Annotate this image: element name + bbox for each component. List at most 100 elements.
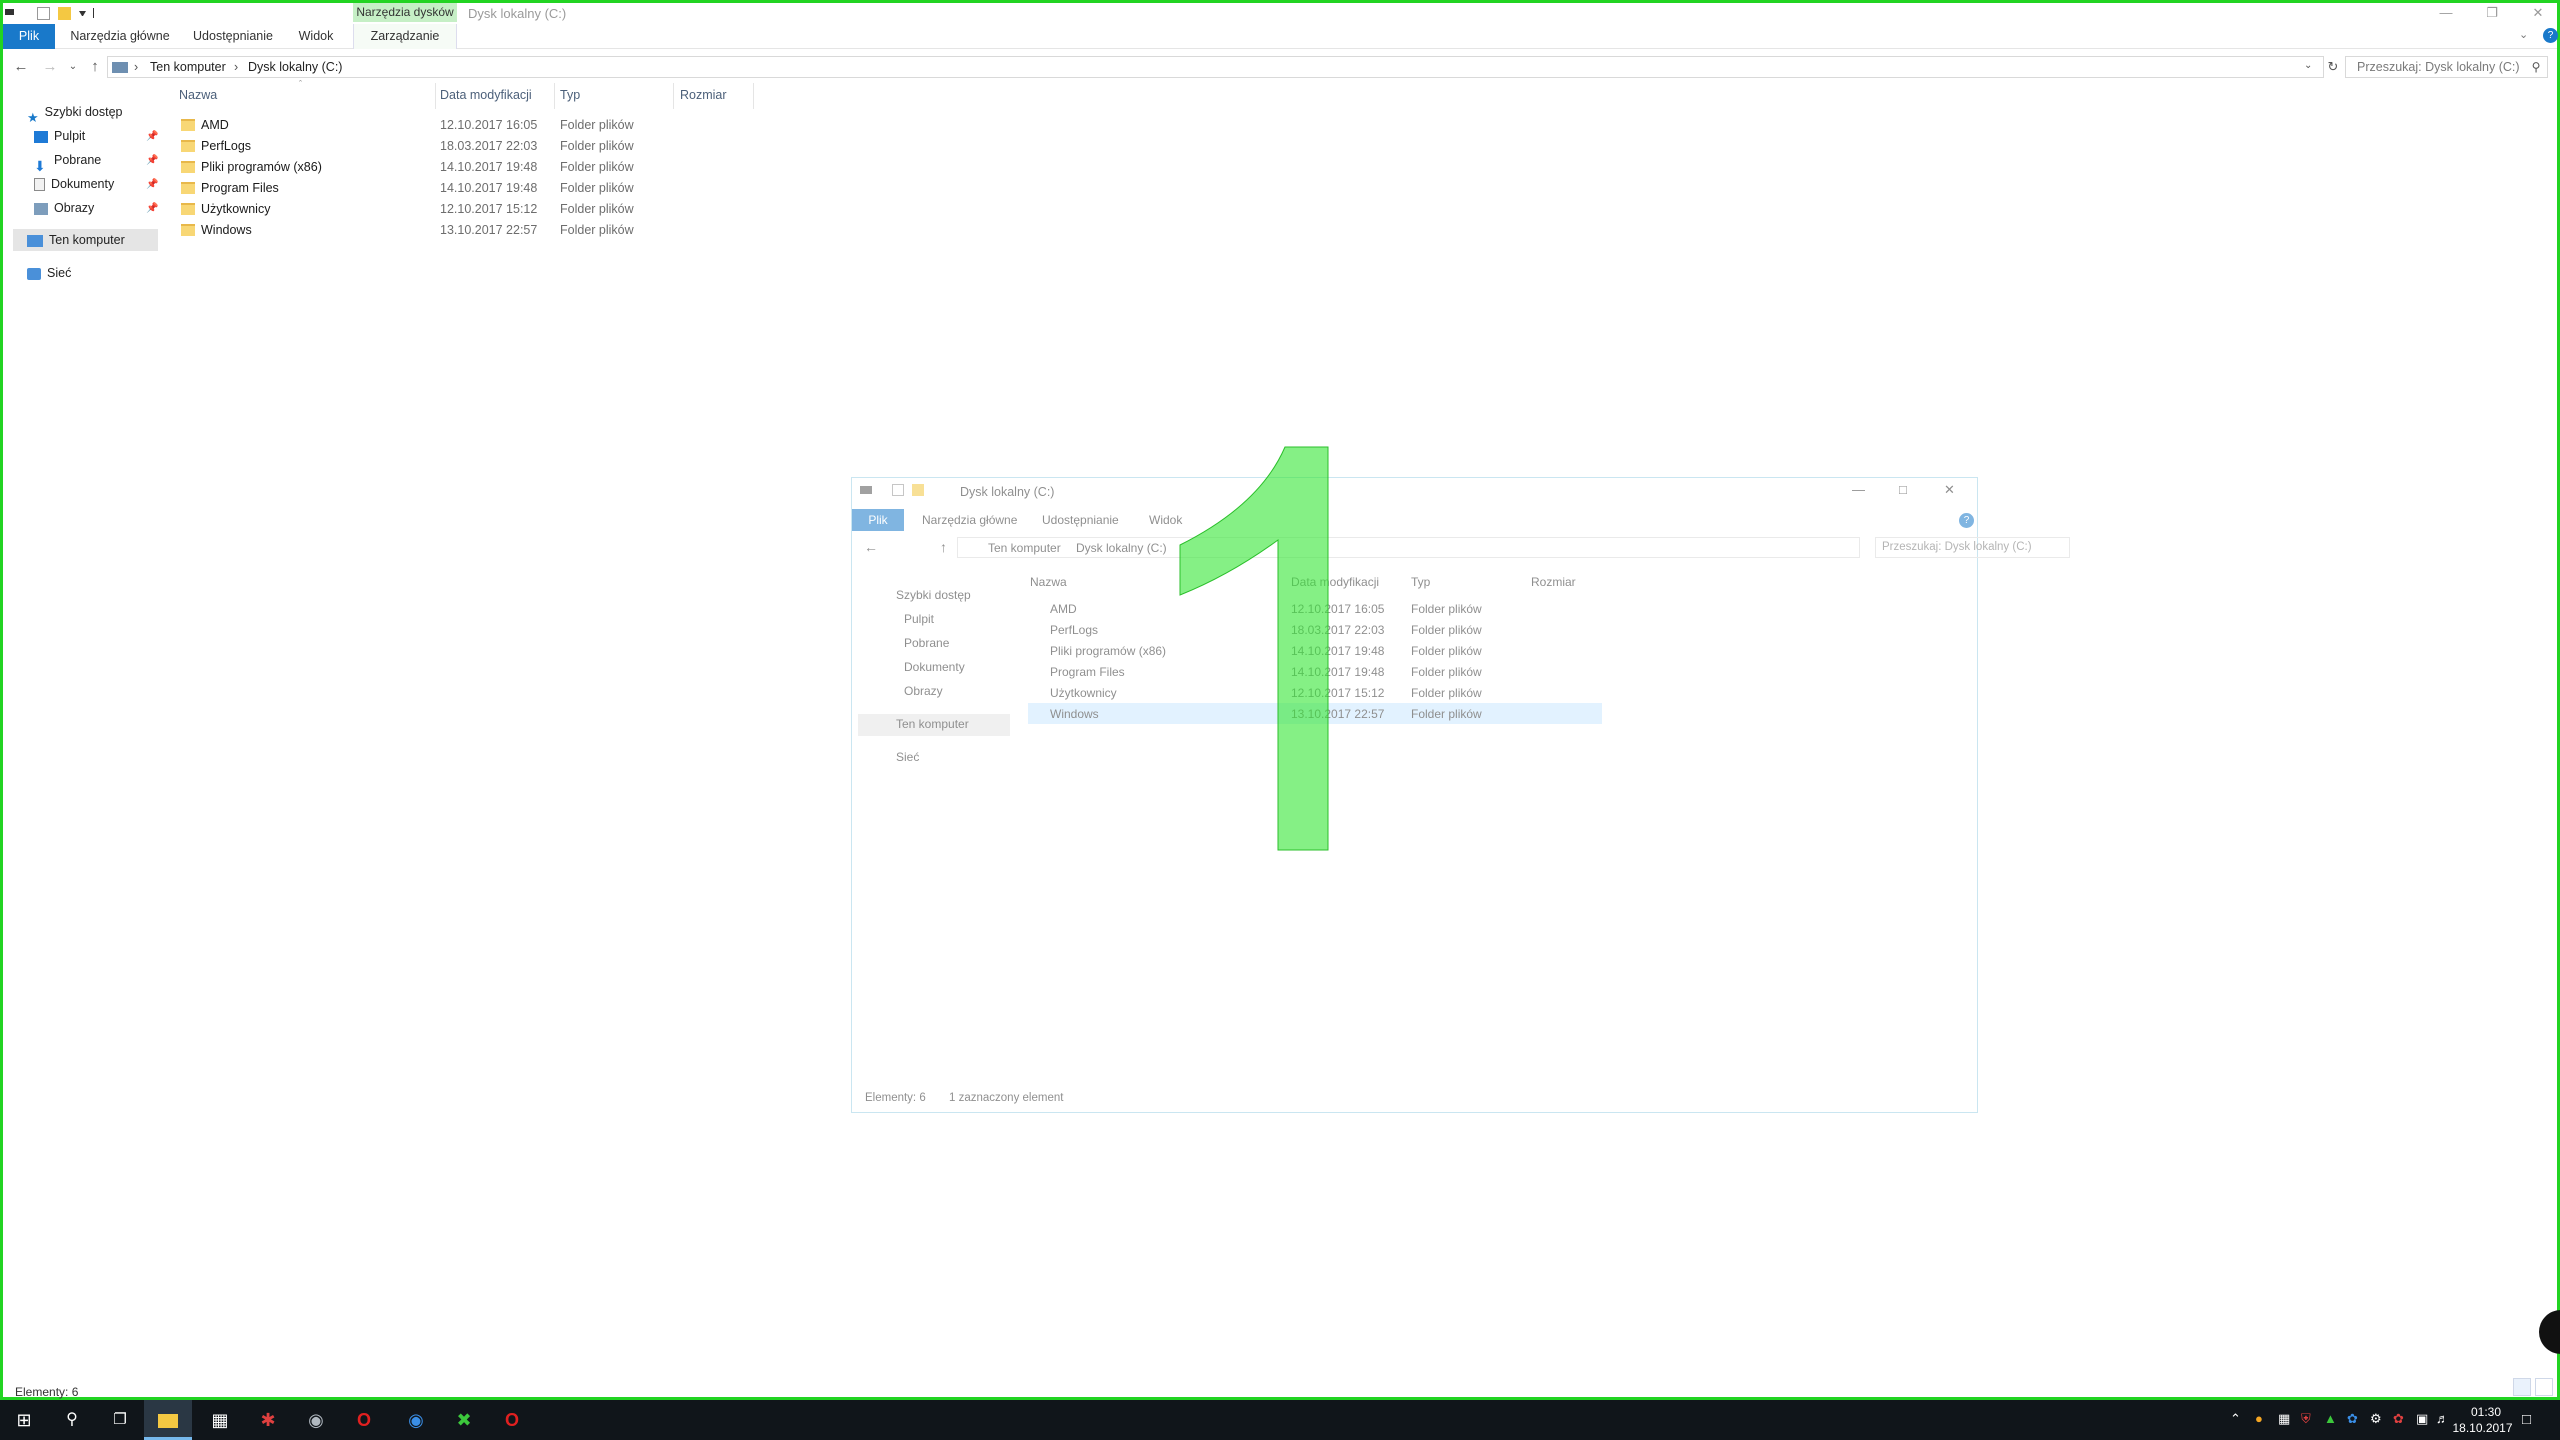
nav-quick-access[interactable]: ★ Szybki dostęp (27, 101, 122, 125)
pin-icon[interactable]: 📌 (146, 131, 158, 142)
restore-button[interactable]: ❐ (2477, 5, 2507, 21)
close-button[interactable]: ✕ (2523, 5, 2553, 21)
file-name[interactable]: AMD (1050, 602, 1077, 616)
nav-network[interactable]: Sieć (27, 262, 71, 284)
file-name[interactable]: Pliki programów (x86) (1050, 644, 1166, 658)
breadcrumb-this-pc[interactable]: Ten komputer (988, 541, 1061, 555)
breadcrumb-local-disk[interactable]: Dysk lokalny (C:) (248, 60, 342, 74)
start-icon[interactable]: ⊞ (0, 1400, 48, 1440)
customize-toolbar-icon[interactable] (79, 11, 86, 16)
column-header-date[interactable]: Data modyfikacji (440, 88, 532, 102)
file-row[interactable]: Pliki programów (x86) 14.10.2017 19:48 F… (181, 157, 761, 178)
address-dropdown-icon[interactable]: ⌄ (2304, 60, 2312, 71)
search-input[interactable]: Przeszukaj: Dysk lokalny (C:) (2345, 56, 2548, 78)
file-name[interactable]: Użytkownicy (1050, 686, 1117, 700)
file-row[interactable]: AMD 12.10.2017 16:05 Folder plików (181, 115, 761, 136)
file-row[interactable]: PerfLogs 18.03.2017 22:03 Folder plików (181, 136, 761, 157)
column-header-name[interactable]: Nazwa (1030, 575, 1067, 589)
properties-icon[interactable] (892, 484, 904, 496)
browser-icon[interactable]: ◉ (392, 1400, 440, 1440)
up-arrow-icon[interactable]: ↑ (940, 539, 947, 555)
column-header-name[interactable]: Nazwa (179, 88, 217, 102)
pin-icon[interactable]: 📌 (146, 203, 158, 214)
tray-app-icon[interactable]: ▦ (2278, 1411, 2290, 1427)
tray-app-icon[interactable]: ● (2255, 1411, 2263, 1426)
file-row[interactable]: Użytkownicy 12.10.2017 15:12 Folder plik… (181, 199, 761, 220)
column-header-size[interactable]: Rozmiar (680, 88, 727, 102)
column-separator[interactable] (554, 83, 555, 109)
properties-icon[interactable] (37, 7, 50, 20)
breadcrumb-separator-icon[interactable]: › (134, 60, 138, 74)
up-arrow-icon[interactable]: ↑ (85, 57, 105, 77)
breadcrumb-separator-icon[interactable]: › (234, 60, 238, 74)
close-button[interactable]: ✕ (1944, 482, 1955, 498)
nav-item-desktop[interactable]: Pulpit (904, 612, 934, 626)
nav-item-documents[interactable]: Dokumenty (34, 173, 114, 195)
system-menu-icon[interactable] (860, 486, 872, 494)
address-input[interactable]: › Ten komputer › Dysk lokalny (C:) ⌄ (107, 56, 2324, 78)
nav-item-pictures[interactable]: Obrazy (34, 197, 94, 219)
search-input[interactable]: Przeszukaj: Dysk lokalny (C:) (1875, 537, 2070, 558)
tab-home[interactable]: Narzędzia główne (65, 24, 175, 49)
shield-icon[interactable]: ⛨ (2301, 1411, 2311, 1427)
column-separator[interactable] (435, 83, 436, 109)
new-folder-icon[interactable] (58, 7, 71, 20)
expand-ribbon-icon[interactable]: ⌄ (2519, 28, 2528, 41)
clock-time[interactable]: 01:30 (2455, 1405, 2517, 1419)
system-menu-icon[interactable] (5, 9, 14, 15)
tab-view[interactable]: Widok (291, 24, 341, 49)
tab-share[interactable]: Udostępnianie (1042, 513, 1119, 527)
tab-file[interactable]: Plik (3, 24, 55, 49)
nav-this-pc[interactable]: Ten komputer (896, 717, 969, 731)
globe-app-icon[interactable]: ◉ (292, 1400, 340, 1440)
column-separator[interactable] (673, 83, 674, 109)
address-input[interactable]: Ten komputer Dysk lokalny (C:) (957, 537, 1860, 558)
nav-quick-access[interactable]: Szybki dostęp (896, 588, 971, 602)
tray-app-icon[interactable]: ✿ (2393, 1411, 2404, 1427)
nav-this-pc[interactable]: Ten komputer (27, 229, 125, 251)
recent-locations-icon[interactable]: ⌄ (63, 57, 83, 77)
task-view-icon[interactable]: ❐ (96, 1400, 144, 1440)
help-icon[interactable]: ? (1959, 513, 1974, 528)
breadcrumb-this-pc[interactable]: Ten komputer (150, 60, 226, 74)
minimize-button[interactable]: — (2431, 5, 2461, 21)
file-name[interactable]: Program Files (1050, 665, 1125, 679)
calendar-app-icon[interactable]: ▦ (196, 1400, 244, 1440)
nav-item-documents[interactable]: Dokumenty (904, 660, 965, 674)
file-row[interactable]: Program Files 14.10.2017 19:48 Folder pl… (181, 178, 761, 199)
red-app-icon[interactable]: ✱ (244, 1400, 292, 1440)
new-folder-icon[interactable] (912, 484, 924, 496)
nav-item-desktop[interactable]: Pulpit (34, 125, 85, 147)
column-separator[interactable] (753, 83, 754, 109)
search-icon[interactable]: ⚲ (48, 1400, 96, 1440)
nav-item-pictures[interactable]: Obrazy (904, 684, 943, 698)
opera-icon[interactable]: O (340, 1400, 388, 1440)
maximize-button[interactable]: □ (1899, 482, 1907, 497)
green-app-icon[interactable]: ✖ (440, 1400, 488, 1440)
nav-network[interactable]: Sieć (896, 750, 919, 764)
nav-item-downloads[interactable]: ⬇ Pobrane (34, 149, 101, 174)
file-row[interactable]: Windows 13.10.2017 22:57 Folder plików (181, 220, 761, 241)
file-name[interactable]: PerfLogs (1050, 623, 1098, 637)
tray-app-icon[interactable]: ▲ (2324, 1411, 2337, 1426)
back-arrow-icon[interactable]: ← (864, 539, 878, 555)
tab-share[interactable]: Udostępnianie (185, 24, 281, 49)
help-icon[interactable]: ? (2543, 28, 2558, 43)
breadcrumb-local-disk[interactable]: Dysk lokalny (C:) (1076, 541, 1167, 555)
pin-icon[interactable]: 📌 (146, 155, 158, 166)
tab-home[interactable]: Narzędzia główne (922, 513, 1017, 527)
tray-overflow-icon[interactable]: ⌃ (2230, 1411, 2241, 1427)
opera-red-icon[interactable]: O (488, 1400, 536, 1440)
refresh-icon[interactable]: ↻ (2323, 57, 2343, 77)
network-icon[interactable]: ▣ (2416, 1411, 2428, 1427)
file-explorer-icon[interactable] (144, 1400, 192, 1440)
minimize-button[interactable]: — (1852, 482, 1865, 497)
column-header-type[interactable]: Typ (1411, 575, 1430, 589)
back-arrow-icon[interactable]: ← (11, 57, 31, 77)
column-header-type[interactable]: Typ (560, 88, 580, 102)
large-icons-view-button[interactable] (2535, 1378, 2553, 1396)
dragged-explorer-window[interactable]: Dysk lokalny (C:) — □ ✕ Plik Narzędzia g… (851, 477, 2070, 1113)
tray-app-icon[interactable]: ⚙ (2370, 1411, 2382, 1427)
tab-file[interactable]: Plik (852, 509, 904, 531)
tray-app-icon[interactable]: ✿ (2347, 1411, 2358, 1427)
